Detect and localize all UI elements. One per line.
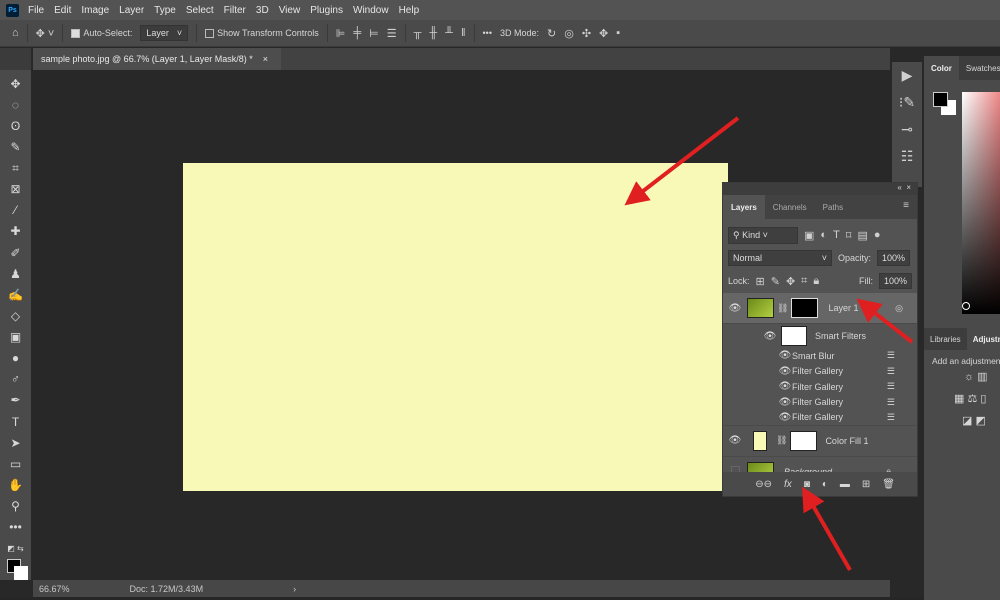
arrow-to-add-mask xyxy=(802,486,852,571)
arrow-to-layer-1 xyxy=(856,298,914,344)
arrow-to-canvas xyxy=(624,116,740,206)
annotation-arrows xyxy=(624,116,914,571)
